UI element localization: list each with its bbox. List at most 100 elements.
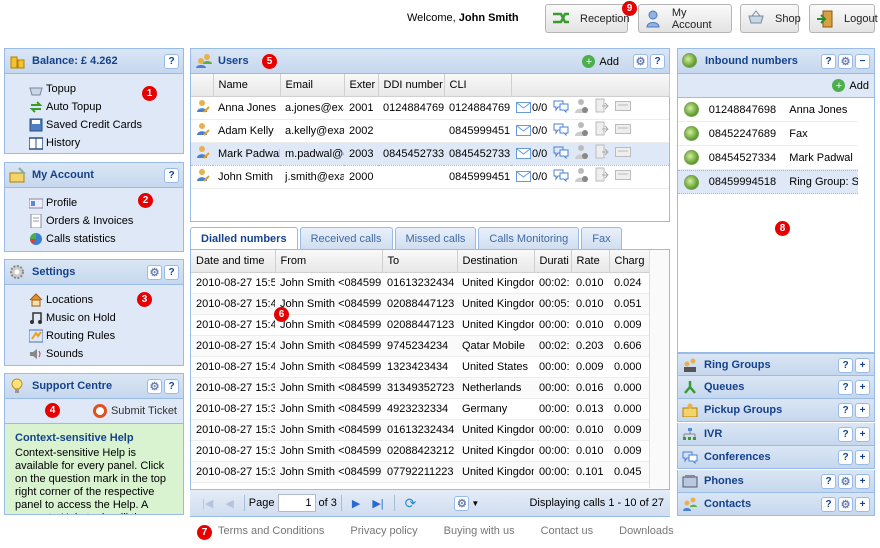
panel-queues[interactable]: Queues? + <box>677 376 875 399</box>
help-button[interactable]: ? <box>838 450 853 465</box>
user-row[interactable]: Adam Kelly a.kelly@exa 2002 0845999451 0/0 <box>191 119 669 143</box>
column-header-name[interactable]: Name <box>213 74 281 97</box>
tab-calls-monitoring[interactable]: Calls Monitoring <box>478 227 580 249</box>
user-edit-icon[interactable] <box>191 96 213 120</box>
call-row[interactable]: 2010-08-27 15:4 John Smith <084599 1323423… <box>191 356 649 378</box>
expand-button[interactable]: + <box>855 403 870 418</box>
menu-item-auto-topup[interactable]: Auto Topup <box>29 98 183 116</box>
panel-ring-groups[interactable]: Ring Groups? + <box>677 353 875 376</box>
column-header-charge[interactable]: Charg <box>609 250 650 273</box>
settings-gear-button[interactable]: ⚙ <box>633 54 648 69</box>
shop-button[interactable]: Shop <box>740 4 801 33</box>
user-edit-icon[interactable] <box>191 119 213 143</box>
page-number-input[interactable] <box>277 494 316 512</box>
voicemail-icon[interactable]: 0/0 <box>516 102 547 114</box>
menu-item-saved-credit-cards[interactable]: Saved Credit Cards <box>29 116 183 134</box>
previous-page-button[interactable]: ◀ <box>225 497 233 510</box>
footer-link-terms-and-conditions[interactable]: Terms and Conditions <box>218 525 324 537</box>
forward-icon[interactable] <box>595 144 610 163</box>
expand-button[interactable]: + <box>855 450 870 465</box>
expand-button[interactable]: + <box>855 474 870 489</box>
settings-gear-button[interactable]: ⚙ <box>838 497 853 512</box>
user-remove-icon[interactable] <box>575 167 589 186</box>
options-menu-button[interactable]: ⚙ ▼ <box>452 495 479 511</box>
user-remove-icon[interactable] <box>575 144 589 163</box>
help-button[interactable]: ? <box>838 427 853 442</box>
help-button[interactable]: ? <box>838 380 853 395</box>
user-row[interactable]: Mark Padwal m.padwal@e 2003 0845452733 08454… <box>191 141 669 166</box>
inbound-number-row[interactable]: 08452247689 Fax <box>678 122 858 146</box>
call-row[interactable]: 2010-08-27 15:5 John Smith <084599 0161323… <box>191 272 649 294</box>
help-button[interactable]: ? <box>164 379 179 394</box>
refresh-icon[interactable]: ⟳ <box>405 495 417 512</box>
menu-item-profile[interactable]: Profile <box>28 194 183 212</box>
menu-item-routing-rules[interactable]: Routing Rules <box>28 327 183 345</box>
tab-missed-calls[interactable]: Missed calls <box>394 227 477 249</box>
menu-item-orders-invoices[interactable]: Orders & Invoices <box>29 212 183 230</box>
column-header-destination[interactable]: Destination <box>457 250 535 273</box>
chat-icon[interactable] <box>553 99 569 116</box>
panel-pickup-groups[interactable]: Pickup Groups? + <box>677 399 875 422</box>
settings-gear-button[interactable]: ⚙ <box>147 265 162 280</box>
menu-item-sounds[interactable]: Sounds <box>29 345 183 363</box>
expand-button[interactable]: + <box>855 358 870 373</box>
call-row[interactable]: 2010-08-27 15:3 John Smith <084599 3134935… <box>191 377 649 399</box>
settings-gear-button[interactable]: ⚙ <box>838 54 853 69</box>
last-page-button[interactable]: ▶| <box>372 497 383 510</box>
help-button[interactable]: ? <box>164 265 179 280</box>
call-row[interactable]: 2010-08-27 15:3 John Smith <084599 0161323… <box>191 419 649 441</box>
forward-icon[interactable] <box>595 167 610 186</box>
column-header-extension[interactable]: Exter <box>344 74 379 97</box>
help-button[interactable]: ? <box>650 54 665 69</box>
chat-icon[interactable] <box>553 168 569 185</box>
my-account-button[interactable]: My Account <box>638 4 732 33</box>
column-header-actions[interactable] <box>511 74 670 97</box>
help-button[interactable]: ? <box>838 358 853 373</box>
call-row[interactable]: 2010-08-27 15:4 John Smith <084599 0208844… <box>191 293 649 315</box>
column-header[interactable] <box>191 74 214 97</box>
chat-icon[interactable] <box>553 122 569 139</box>
inbound-number-row[interactable]: 01248847698 Anna Jones <box>678 98 858 122</box>
menu-item-calls-statistics[interactable]: Calls statistics <box>29 230 183 248</box>
expand-button[interactable]: + <box>855 497 870 512</box>
footer-link-contact-us[interactable]: Contact us <box>541 525 594 537</box>
user-remove-icon[interactable] <box>575 121 589 140</box>
expand-button[interactable]: + <box>855 380 870 395</box>
call-row[interactable]: 2010-08-27 15:4 John Smith <084599 0208844… <box>191 314 649 336</box>
column-header-duration[interactable]: Durati <box>534 250 572 273</box>
user-row[interactable]: John Smith j.smith@exa 2000 0845999451 0/0 <box>191 165 669 189</box>
column-header-to[interactable]: To <box>382 250 458 273</box>
tab-dialled-numbers[interactable]: Dialled numbers <box>190 227 298 250</box>
scrollbar[interactable] <box>649 250 669 488</box>
user-row[interactable]: Anna Jones a.jones@exa 2001 0124884769 01248… <box>191 96 669 120</box>
footer-link-buying-with-us[interactable]: Buying with us <box>444 525 515 537</box>
help-button[interactable]: ? <box>821 54 836 69</box>
column-header-from[interactable]: From <box>275 250 383 273</box>
voicemail-icon[interactable]: 0/0 <box>516 148 547 160</box>
column-header-rate[interactable]: Rate <box>571 250 610 273</box>
forward-icon[interactable] <box>595 121 610 140</box>
menu-item-music-on-hold[interactable]: Music on Hold <box>29 309 183 327</box>
settings-gear-button[interactable]: ⚙ <box>838 474 853 489</box>
tab-received-calls[interactable]: Received calls <box>299 227 393 249</box>
call-row[interactable]: 2010-08-27 15:3 John Smith <084599 0208842… <box>191 440 649 462</box>
column-header-date[interactable]: Date and time <box>191 250 276 273</box>
call-row[interactable]: 2010-08-27 15:3 John Smith <084599 0779221… <box>191 461 649 483</box>
help-button[interactable]: ? <box>838 403 853 418</box>
footer-link-privacy-policy[interactable]: Privacy policy <box>350 525 417 537</box>
expand-button[interactable]: + <box>855 427 870 442</box>
inbound-number-row[interactable]: 08459994518 Ring Group: Sa <box>678 170 858 194</box>
keypad-icon[interactable] <box>615 101 632 114</box>
reception-button[interactable]: Reception <box>545 4 630 33</box>
footer-link-downloads[interactable]: Downloads <box>619 525 673 537</box>
help-button[interactable]: ? <box>164 168 179 183</box>
submit-ticket-button[interactable]: Submit Ticket <box>92 404 177 418</box>
panel-phones[interactable]: Phones? ⚙ + <box>677 470 875 493</box>
panel-conferences[interactable]: Conferences? + <box>677 446 875 469</box>
settings-gear-button[interactable]: ⚙ <box>147 379 162 394</box>
next-page-button[interactable]: ▶ <box>352 497 360 510</box>
add-user-button[interactable]: + Add <box>582 54 619 69</box>
collapse-button[interactable]: − <box>855 54 870 69</box>
voicemail-icon[interactable]: 0/0 <box>516 125 547 137</box>
user-remove-icon[interactable] <box>575 98 589 117</box>
